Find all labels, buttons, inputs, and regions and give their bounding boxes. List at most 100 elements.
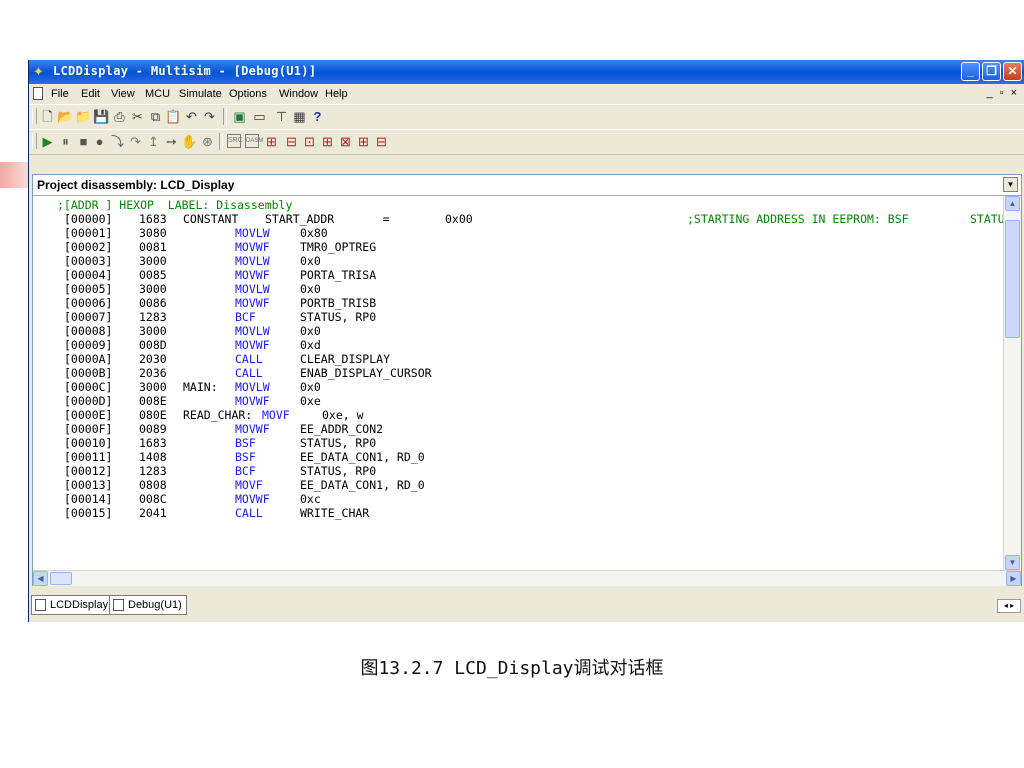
document-icon[interactable] [33, 87, 43, 100]
minimize-button[interactable]: _ [961, 62, 980, 81]
panel-dropdown-button[interactable]: ▼ [1003, 177, 1018, 192]
code-opcode: BSF [235, 450, 256, 464]
paste-icon[interactable]: 📋 [165, 108, 182, 125]
code-address: [00015] [64, 506, 113, 520]
component-icon[interactable]: ▣ [231, 108, 248, 125]
code-opcode: MOVLW [235, 324, 270, 338]
toggle-breakpoint-icon[interactable]: ✋ [181, 133, 198, 150]
debug-icon-6[interactable]: ⊞ [355, 133, 372, 150]
tab-lcddisplay[interactable]: LCDDisplay * [31, 595, 121, 615]
code-operand: STATUS, RP0 [300, 464, 377, 478]
code-comment: STATU [970, 212, 1003, 226]
disasm-view-icon[interactable]: DASM [245, 134, 263, 148]
tree-icon[interactable]: ⊤ [273, 108, 290, 125]
code-hexop: 1408 [139, 450, 167, 464]
code-operand: 0x0 [300, 324, 321, 338]
multisim-app-icon: ✦ [33, 64, 44, 79]
code-line: [0000C] 3000 MAIN: MOVLW 0x0 [33, 380, 1003, 394]
menu-help[interactable]: Help [325, 88, 348, 100]
code-line: [0000D] 008E MOVWF 0xe [33, 394, 1003, 408]
step-into-icon[interactable]: ⤵ [109, 133, 126, 150]
code-address: [00008] [64, 324, 113, 338]
menu-file[interactable]: File [51, 88, 69, 100]
stop-icon[interactable]: ■ [75, 133, 92, 150]
redo-icon[interactable]: ↷ [201, 108, 218, 125]
code-line: [0000E] 080E READ_CHAR: MOVF 0xe, w [33, 408, 1003, 422]
pause-icon[interactable]: ⏸ [57, 133, 74, 150]
code-line: [00006] 0086 MOVWF PORTB_TRISB [33, 296, 1003, 310]
tab-debug-u1[interactable]: Debug(U1) [109, 595, 187, 615]
standard-toolbar: 🗋 📂 📁 💾 ⎙ ✂ ⧉ 📋 ↶ ↷ ▣ ▭ ⊤ ▦ ? [29, 104, 1024, 130]
vertical-scrollbar[interactable]: ▲ ▼ [1003, 196, 1021, 570]
code-hexop: 2036 [139, 366, 167, 380]
open-folder-icon[interactable]: 📁 [75, 108, 92, 125]
rect-icon[interactable]: ▭ [251, 108, 268, 125]
undo-icon[interactable]: ↶ [183, 108, 200, 125]
code-opcode: MOVF [235, 478, 263, 492]
debug-icon-4[interactable]: ⊞ [319, 133, 336, 150]
vertical-scroll-thumb[interactable] [1005, 220, 1020, 338]
horizontal-scroll-thumb[interactable] [50, 572, 72, 585]
menu-simulate[interactable]: Simulate [179, 88, 222, 100]
toolbar-grip[interactable] [32, 108, 37, 124]
tab-scroll-arrows[interactable]: ◂ ▸ [997, 599, 1021, 613]
breakpoint-icon[interactable]: ● [91, 133, 108, 150]
scroll-down-arrow-icon[interactable]: ▼ [1005, 555, 1020, 570]
code-address: [00004] [64, 268, 113, 282]
debug-icon-2[interactable]: ⊟ [283, 133, 300, 150]
menu-window[interactable]: Window [279, 88, 318, 100]
mdi-window-controls[interactable]: _ ▫ × [986, 87, 1019, 99]
scroll-left-arrow-icon[interactable]: ◀ [33, 571, 48, 586]
run-icon[interactable]: ▶ [39, 133, 56, 150]
menu-options[interactable]: Options [229, 88, 267, 100]
cut-icon[interactable]: ✂ [129, 108, 146, 125]
code-hexop: 2030 [139, 352, 167, 366]
src-view-icon[interactable]: SRC [227, 134, 243, 148]
save-icon[interactable]: 💾 [93, 108, 110, 125]
toolbar-grip[interactable] [32, 133, 37, 149]
debug-icon-3[interactable]: ⊡ [301, 133, 318, 150]
code-operand: EE_ADDR_CON2 [300, 422, 384, 436]
run-to-cursor-icon[interactable]: ➙ [163, 133, 180, 150]
print-icon[interactable]: ⎙ [111, 108, 128, 125]
menu-view[interactable]: View [111, 88, 135, 100]
debug-icon-7[interactable]: ⊟ [373, 133, 390, 150]
code-hexop: 0081 [139, 240, 167, 254]
scroll-right-arrow-icon[interactable]: ▶ [1006, 571, 1021, 586]
code-line: [00009] 008D MOVWF 0xd [33, 338, 1003, 352]
code-operand: WRITE_CHAR [300, 506, 370, 520]
code-hexop: 3000 [139, 324, 167, 338]
help-icon[interactable]: ? [309, 108, 326, 125]
code-hexop: 008E [139, 394, 167, 408]
horizontal-scrollbar[interactable]: ◀ ▶ [33, 570, 1021, 586]
code-address: [00009] [64, 338, 113, 352]
code-operand: STATUS, RP0 [300, 436, 377, 450]
disassembly-code[interactable]: ;[ADDR ] HEXOP LABEL: Disassembly [00000… [33, 196, 1003, 570]
code-operand: 0x80 [300, 226, 328, 240]
code-address: [00014] [64, 492, 113, 506]
code-address: [00010] [64, 436, 113, 450]
code-operand: PORTB_TRISB [300, 296, 377, 310]
title-bar[interactable]: ✦ LCDDisplay - Multisim - [Debug(U1)] _ … [29, 60, 1024, 84]
code-opcode: MOVWF [235, 296, 270, 310]
code-operand: ENAB_DISPLAY_CURSOR [300, 366, 432, 380]
restore-button[interactable]: ❐ [982, 62, 1001, 81]
menu-edit[interactable]: Edit [81, 88, 100, 100]
debug-icon-5[interactable]: ⊠ [337, 133, 354, 150]
step-over-icon[interactable]: ↷ [127, 133, 144, 150]
debug-icon-1[interactable]: ⊞ [263, 133, 280, 150]
code-operand: EE_DATA_CON1, RD_0 [300, 450, 425, 464]
step-out-icon[interactable]: ↥ [145, 133, 162, 150]
clear-breakpoints-icon[interactable]: ⊛ [199, 133, 216, 150]
grid-icon[interactable]: ▦ [291, 108, 308, 125]
copy-icon[interactable]: ⧉ [147, 108, 164, 125]
code-hexop: 2041 [139, 506, 167, 520]
menu-mcu[interactable]: MCU [145, 88, 170, 100]
code-line: [00004] 0085 MOVWF PORTA_TRISA [33, 268, 1003, 282]
debug-toolbar: ▶ ⏸ ■ ● ⤵ ↷ ↥ ➙ ✋ ⊛ SRC DASM ⊞ ⊟ ⊡ ⊞ ⊠ ⊞… [29, 129, 1024, 155]
scroll-up-arrow-icon[interactable]: ▲ [1005, 196, 1020, 211]
open-icon[interactable]: 📂 [57, 108, 74, 125]
disassembly-header: ;[ADDR ] HEXOP LABEL: Disassembly [57, 198, 293, 212]
new-icon[interactable]: 🗋 [39, 108, 56, 125]
close-button[interactable]: ✕ [1003, 62, 1022, 81]
